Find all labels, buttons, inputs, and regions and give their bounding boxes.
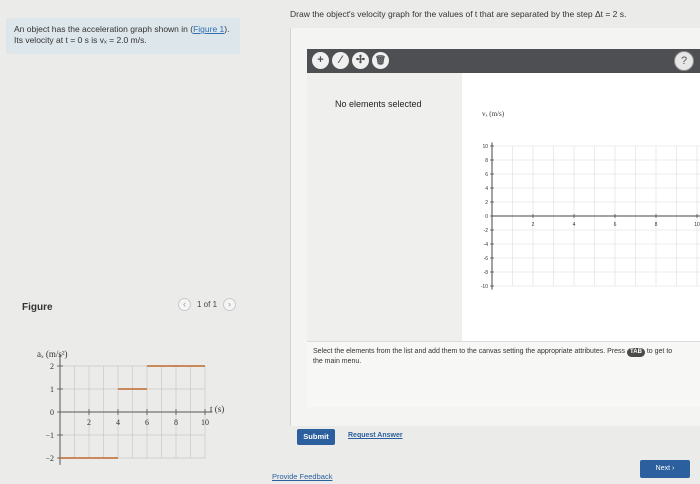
problem-statement: An object has the acceleration graph sho… [6,18,240,54]
next-button[interactable]: Next › [640,460,690,478]
accel-y-tick-label: 1 [50,385,54,394]
status-text-start: Select the elements from the list and ad… [313,348,626,355]
problem-text: An object has the acceleration graph sho… [14,24,194,34]
tab-key-badge: TAB [627,348,645,357]
chevron-left-icon[interactable]: ‹ [178,297,191,311]
selection-status: No elements selected [335,99,422,109]
point-tool-icon[interactable]: ✢ [352,52,369,69]
accel-axes [57,354,213,465]
velocity-y-axis-label: vₓ (m/s) [482,110,505,118]
velocity-y-tick-label: 0 [485,214,488,220]
velocity-x-tick-label: 10 [694,222,700,228]
velocity-x-tick-label: 4 [573,222,576,228]
velocity-graph[interactable]: 10 8 6 4 2 0 -2 -4 -6 -8 -10 2 4 6 8 10 vₓ (m/s) [462,73,700,341]
help-icon[interactable]: ? [674,51,694,71]
instruction-text: Draw the object's velocity graph for the… [290,9,627,19]
accel-x-tick-label: 2 [87,418,91,427]
element-list-panel [307,73,462,341]
provide-feedback-link[interactable]: Provide Feedback [272,472,332,481]
pager-text: 1 of 1 [197,299,218,309]
graph-toolbar: + ⁄ ✢ 🗑 ? [307,49,700,73]
accel-y-tick-label: −2 [45,454,54,463]
velocity-y-tick-label: 10 [482,144,488,150]
velocity-y-tick-label: 6 [485,172,488,178]
velocity-y-tick-label: 4 [485,186,488,192]
chevron-right-icon[interactable]: › [223,297,237,311]
accel-x-tick-label: 4 [116,418,120,427]
velocity-y-tick-label: -8 [484,270,489,276]
velocity-y-tick-label: -10 [481,284,488,290]
velocity-labels: 10 8 6 4 2 0 -2 -4 -6 -8 -10 2 4 6 8 10 [481,144,700,290]
figure-pager: ‹ 1 of 1 › [178,297,237,311]
accel-y-tick-label: −1 [45,431,54,440]
acceleration-graph: 210−1−22 4 6 8 10 aₓ (m/s²) t (s) [37,349,224,465]
figure-title: Figure [22,302,53,313]
accel-y-tick-label: 2 [50,362,54,371]
velocity-y-tick-label: -4 [484,242,489,248]
trash-icon[interactable]: 🗑 [372,52,389,69]
request-answer-link[interactable]: Request Answer [348,432,403,439]
figure-link[interactable]: Figure 1 [193,24,224,34]
velocity-x-tick-label: 8 [655,222,658,228]
status-message: Select the elements from the list and ad… [313,347,673,367]
velocity-y-tick-label: -2 [484,228,489,234]
velocity-axes [490,142,700,290]
velocity-x-tick-label: 6 [614,222,617,228]
velocity-x-tick-label: 2 [532,222,535,228]
line-tool-icon[interactable]: ⁄ [332,52,349,69]
velocity-y-tick-label: -6 [484,256,489,262]
velocity-y-tick-label: 2 [485,200,488,206]
problem-line-1: An object has the acceleration graph sho… [14,24,232,35]
velocity-y-tick-label: 8 [485,158,488,164]
submit-button[interactable]: Submit [297,429,335,445]
problem-line-2: Its velocity at t = 0 s is vₓ = 2.0 m/s. [14,35,147,45]
plus-icon[interactable]: + [312,52,329,69]
accel-x-tick-label: 6 [145,418,149,427]
graph-canvas[interactable]: 10 8 6 4 2 0 -2 -4 -6 -8 -10 2 4 6 8 10 vₓ (m/s) [462,73,700,341]
accel-y-axis-label: aₓ (m/s²) [37,349,68,359]
accel-x-tick-label: 8 [174,418,178,427]
accel-x-tick-label: 10 [201,418,209,427]
accel-x-axis-label: t (s) [210,404,224,414]
accel-y-tick-label: 0 [50,408,54,417]
problem-text-end: ). [224,24,230,34]
